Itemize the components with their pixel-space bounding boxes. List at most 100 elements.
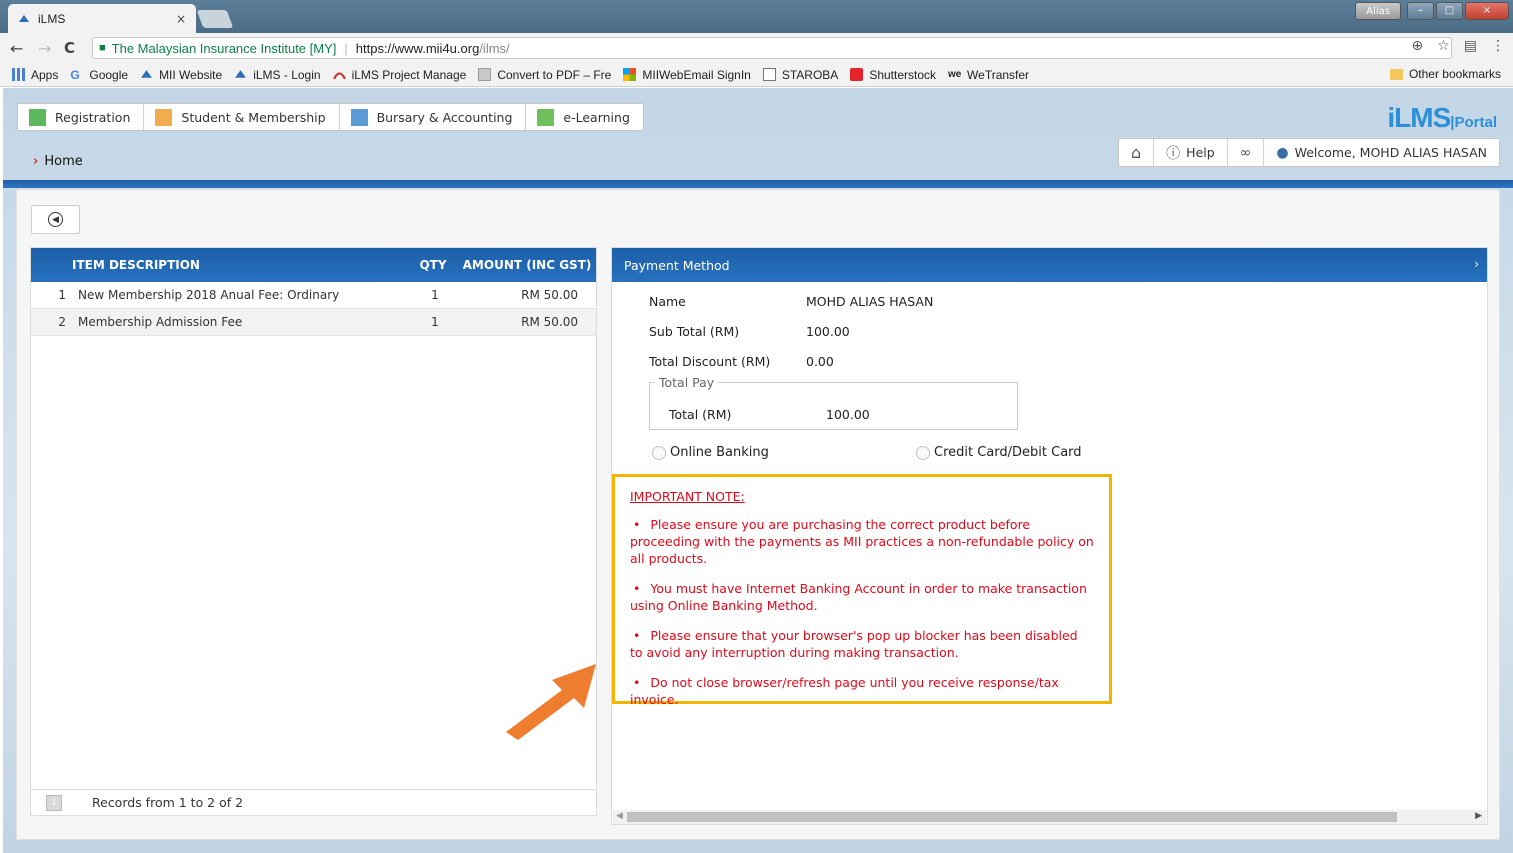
note-item: • You must have Internet Banking Account … <box>630 581 1087 613</box>
module-nav: Registration Student & Membership Bursar… <box>17 103 644 131</box>
tab-title: iLMS <box>38 11 66 26</box>
bookmark-mii-website[interactable]: MII Website <box>140 68 222 82</box>
project-manager-icon <box>332 72 346 80</box>
bookmark-ilms-project[interactable]: iLMS Project Manage <box>332 68 466 82</box>
bookmark-wetransfer[interactable]: we WeTransfer <box>948 68 1029 82</box>
horizontal-scrollbar[interactable]: ◀ ▶ <box>613 810 1486 824</box>
forward-arrow-icon[interactable]: → <box>38 39 51 58</box>
reload-icon[interactable]: C <box>64 39 75 57</box>
payment-panel: Payment Method › Name MOHD ALIAS HASAN S… <box>611 247 1488 825</box>
ilms-favicon-icon <box>19 14 29 22</box>
extension-icon[interactable]: ▤ <box>1464 38 1477 54</box>
bookmark-ilms-login[interactable]: iLMS - Login <box>234 68 321 82</box>
module-registration[interactable]: Registration <box>18 104 145 130</box>
subtotal-value: 100.00 <box>806 324 850 339</box>
address-toolbar: ← → C ■ The Malaysian Insurance Institut… <box>0 33 1513 63</box>
radio-online-banking[interactable]: Online Banking <box>652 445 769 460</box>
total-value: 100.00 <box>826 407 870 422</box>
browser-titlebar: iLMS × Alias – □ × <box>0 0 1513 33</box>
module-student-membership[interactable]: Student & Membership <box>144 104 340 130</box>
omnibox-actions: ⊕ ☆ ▤ ⋮ <box>1411 38 1505 54</box>
callout-arrow-icon <box>506 664 596 740</box>
ilms-portal-logo: iLMS|Portal <box>1387 102 1497 133</box>
radio-credit-card[interactable]: Credit Card/Debit Card <box>916 445 1082 460</box>
note-item: • Please ensure that your browser's pop u… <box>630 628 1078 660</box>
key-icon[interactable]: ⊕ <box>1411 38 1423 54</box>
breadcrumb-home: Home <box>44 154 83 169</box>
important-note-box: IMPORTANT NOTE: • Please ensure you are p… <box>612 474 1112 707</box>
col-item-description[interactable]: ITEM DESCRIPTION <box>31 258 408 272</box>
total-pay-legend: Total Pay <box>655 375 719 390</box>
mii-bird-icon <box>141 70 152 78</box>
total-pay-group: Total Pay Total (RM) 100.00 <box>649 375 1018 430</box>
link-button[interactable]: ∞ <box>1228 139 1265 166</box>
window-user-badge[interactable]: Alias <box>1355 2 1401 20</box>
records-count: Records from 1 to 2 of 2 <box>92 795 244 810</box>
bookmark-apps[interactable]: Apps <box>12 68 58 82</box>
bookmark-staroba[interactable]: STAROBA <box>762 68 838 82</box>
payment-header: Payment Method › <box>612 248 1487 282</box>
module-elearning[interactable]: e-Learning <box>526 104 642 130</box>
new-tab-button[interactable] <box>196 10 234 28</box>
elearning-icon <box>537 108 555 126</box>
window-controls: Alias – □ × <box>1355 2 1509 20</box>
home-button[interactable]: ⌂ <box>1119 139 1155 166</box>
name-value: MOHD ALIAS HASAN <box>806 294 934 309</box>
scroll-left-icon[interactable]: ◀ <box>616 811 623 821</box>
maximize-icon[interactable]: □ <box>1436 2 1463 20</box>
back-circle-icon: ◀ <box>48 212 63 227</box>
note-item: • Please ensure you are purchasing the co… <box>630 517 1094 566</box>
wetransfer-icon: we <box>948 69 962 80</box>
registration-icon <box>29 108 46 126</box>
bookmark-other[interactable]: Other bookmarks <box>1389 67 1501 81</box>
secure-site-label: The Malaysian Insurance Institute [MY] <box>111 40 337 56</box>
breadcrumb[interactable]: › Home <box>33 154 83 169</box>
shutterstock-icon <box>850 68 864 81</box>
user-icon: ● <box>1276 144 1289 161</box>
scrollbar-thumb[interactable] <box>627 812 1397 822</box>
radio-circle-icon[interactable] <box>916 445 930 460</box>
menu-dots-icon[interactable]: ⋮ <box>1491 38 1505 54</box>
col-qty[interactable]: QTY <box>408 258 458 272</box>
page-icon <box>762 68 776 81</box>
star-bookmark-icon[interactable]: ☆ <box>1437 38 1450 54</box>
chevron-right-icon: › <box>33 154 39 169</box>
apps-grid-icon <box>12 68 25 81</box>
note-heading: IMPORTANT NOTE: <box>630 489 745 504</box>
field-name: Name MOHD ALIAS HASAN <box>649 294 934 309</box>
discount-value: 0.00 <box>806 354 834 369</box>
module-bursary-accounting[interactable]: Bursary & Accounting <box>340 104 527 130</box>
table-row[interactable]: 1 New Membership 2018 Anual Fee: Ordinar… <box>31 282 596 309</box>
minimize-icon[interactable]: – <box>1407 2 1434 20</box>
bookmark-shutterstock[interactable]: Shutterstock <box>850 68 936 82</box>
window-close-icon[interactable]: × <box>1465 2 1509 20</box>
main-content: ◀ ITEM DESCRIPTION QTY AMOUNT (INC GST) … <box>16 189 1500 840</box>
table-row[interactable]: 2 Membership Admission Fee 1 RM 50.00 <box>31 309 596 336</box>
bookmark-miiwebemail[interactable]: MIIWebEmail SignIn <box>623 68 751 82</box>
tab-close-icon[interactable]: × <box>176 12 186 26</box>
pdf-icon <box>478 68 492 81</box>
items-table-header: ITEM DESCRIPTION QTY AMOUNT (INC GST) <box>31 248 596 282</box>
bookmark-convert-pdf[interactable]: Convert to PDF – Fre <box>478 68 611 82</box>
scroll-right-icon[interactable]: ▶ <box>1475 811 1482 821</box>
welcome-user[interactable]: ● Welcome, MOHD ALIAS HASAN <box>1264 139 1499 166</box>
header-divider <box>3 180 1513 188</box>
field-subtotal: Sub Total (RM) 100.00 <box>649 324 850 339</box>
radio-circle-icon[interactable] <box>652 445 666 460</box>
ilms-page: Registration Student & Membership Bursar… <box>3 88 1513 853</box>
url-host: https://www.mii4u.org <box>355 40 480 56</box>
bookmark-google[interactable]: G Google <box>70 68 128 83</box>
back-button[interactable]: ◀ <box>31 205 80 234</box>
browser-tab[interactable]: iLMS × <box>8 4 196 33</box>
panel-expand-icon[interactable]: › <box>1474 257 1479 271</box>
user-toolbar: ⌂ ⓘ Help ∞ ● Welcome, MOHD ALIAS HASAN <box>1118 138 1500 167</box>
page-number-button[interactable]: 1 <box>46 794 62 811</box>
help-button[interactable]: ⓘ Help <box>1154 139 1228 166</box>
url-bar[interactable]: ■ The Malaysian Insurance Institute [MY]… <box>92 37 1452 59</box>
back-arrow-icon[interactable]: ← <box>10 39 23 58</box>
field-total: Total (RM) 100.00 <box>669 407 870 422</box>
bookmarks-bar: Apps G Google MII Website iLMS - Login iL… <box>0 63 1513 87</box>
col-amount[interactable]: AMOUNT (INC GST) <box>458 258 596 272</box>
link-icon: ∞ <box>1239 144 1252 161</box>
home-icon: ⌂ <box>1131 143 1142 162</box>
